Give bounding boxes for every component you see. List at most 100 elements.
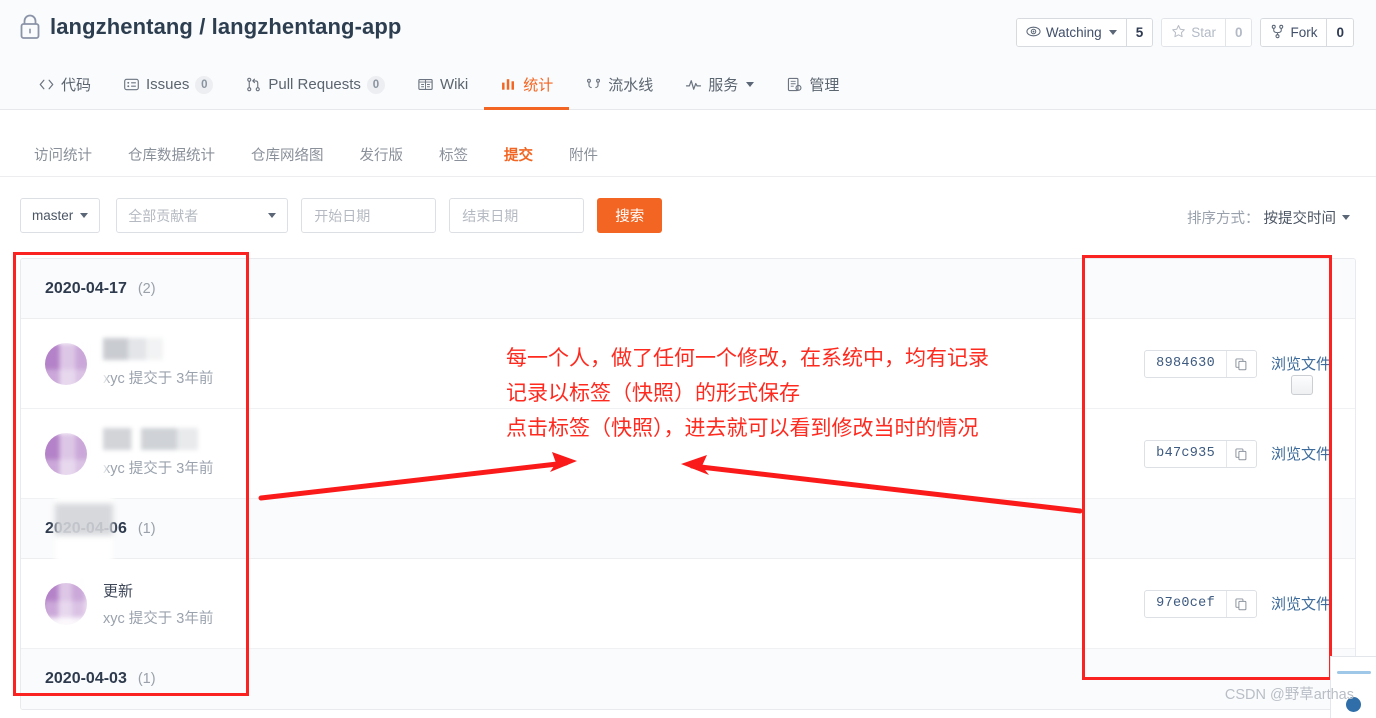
sub-nav-item-attachments[interactable]: 附件 xyxy=(551,144,616,165)
issues-count-badge: 0 xyxy=(195,75,214,94)
browse-files-link[interactable]: 浏览文件 xyxy=(1271,593,1331,614)
page-title[interactable]: langzhentang / langzhentang-app xyxy=(50,14,401,40)
service-icon xyxy=(685,76,702,93)
star-count[interactable]: 0 xyxy=(1224,19,1252,46)
browse-files-link[interactable]: 浏览文件 xyxy=(1271,443,1331,464)
stats-icon xyxy=(500,76,517,93)
star-button-group[interactable]: Star 0 xyxy=(1161,18,1253,47)
pipeline-icon xyxy=(585,76,602,93)
sort-value: 按提交时间 xyxy=(1263,211,1337,227)
avatar xyxy=(41,420,107,495)
watch-button[interactable]: Watching xyxy=(1016,19,1126,46)
avatar xyxy=(41,330,107,405)
lock-icon xyxy=(18,14,42,40)
end-date-input[interactable]: 结束日期 xyxy=(449,198,585,233)
sort-label: 排序方式： xyxy=(1187,211,1260,227)
nav-item-service[interactable]: 服务 xyxy=(669,62,770,110)
repo-title-row: langzhentang / langzhentang-app xyxy=(18,14,401,40)
sub-nav-item-commits[interactable]: 提交 xyxy=(486,144,551,165)
copy-icon[interactable] xyxy=(1225,440,1256,467)
commit-date-count: (1) xyxy=(137,671,156,687)
nav-item-pipeline[interactable]: 流水线 xyxy=(569,62,669,110)
commit-date-header: 2020-04-17 (2) xyxy=(21,259,1355,319)
nav-label-manage: 管理 xyxy=(809,77,840,94)
widget-bar xyxy=(1337,671,1371,674)
sub-nav-item-tags[interactable]: 标签 xyxy=(421,144,486,165)
commit-date: 2020-04-17 xyxy=(45,279,127,297)
chevron-down-icon xyxy=(1342,215,1350,220)
commit-meta: xyc 提交于 3年前 xyxy=(103,460,214,477)
sub-nav-item-network-graph[interactable]: 仓库网络图 xyxy=(233,144,342,165)
sub-nav-item-repo-data[interactable]: 仓库数据统计 xyxy=(110,144,233,165)
fork-icon xyxy=(1270,24,1285,42)
sub-nav: 访问统计 仓库数据统计 仓库网络图 发行版 标签 提交 附件 xyxy=(0,133,1376,177)
commit-row[interactable]: 更新 xyc 提交于 3年前 97e0cef 浏览文件 xyxy=(21,559,1355,649)
primary-nav: 代码 Issues 0 Pull Requests 0 Wiki 统计 流水线 … xyxy=(22,62,855,110)
browse-files-link[interactable]: 浏览文件 xyxy=(1271,353,1331,374)
page-root: langzhentang / langzhentang-app Watching… xyxy=(0,0,1376,718)
filter-controls: master 全部贡献者 开始日期 结束日期 搜索 xyxy=(20,198,663,233)
commit-message[interactable] xyxy=(103,430,198,448)
wiki-icon xyxy=(417,76,434,93)
nav-label-stats: 统计 xyxy=(523,77,554,94)
nav-item-issues[interactable]: Issues 0 xyxy=(107,62,229,110)
branch-selector[interactable]: master xyxy=(20,198,101,233)
sort-control[interactable]: 排序方式： 按提交时间 xyxy=(1187,207,1350,228)
start-date-placeholder: 开始日期 xyxy=(314,207,371,224)
repo-actions: Watching 5 Star 0 Fork 0 xyxy=(1015,18,1354,47)
star-button[interactable]: Star xyxy=(1162,19,1225,46)
pull-request-icon xyxy=(245,76,262,93)
annotation-line-2: 记录以标签（快照）的形式保存 xyxy=(506,382,800,405)
issues-icon xyxy=(123,76,140,93)
end-date-placeholder: 结束日期 xyxy=(462,207,519,224)
nav-item-wiki[interactable]: Wiki xyxy=(401,62,484,110)
nav-label-pull-requests: Pull Requests xyxy=(268,76,361,93)
commit-info: xyc 提交于 3年前 xyxy=(103,340,213,388)
annotation-line-1: 每一个人，做了任何一个修改，在系统中，均有记录 xyxy=(506,347,989,370)
code-icon xyxy=(38,76,55,93)
watch-button-group[interactable]: Watching 5 xyxy=(1015,18,1154,47)
search-button[interactable]: 搜索 xyxy=(597,198,663,233)
watermark: CSDN @野草arthas xyxy=(1224,687,1354,703)
commit-sha[interactable]: b47c935 xyxy=(1145,446,1226,461)
commit-sha-pill[interactable]: 97e0cef xyxy=(1144,589,1257,618)
commit-meta: xyc 提交于 3年前 xyxy=(103,610,214,627)
commit-sha[interactable]: 97e0cef xyxy=(1145,596,1226,611)
commit-message[interactable] xyxy=(103,340,163,358)
row-checkbox[interactable] xyxy=(1291,375,1313,395)
commit-sha-pill[interactable]: 8984630 xyxy=(1144,349,1257,378)
commit-info: 更新 xyc 提交于 3年前 xyxy=(103,580,213,628)
start-date-input[interactable]: 开始日期 xyxy=(301,198,437,233)
commit-list: 2020-04-17 (2) xyc 提交于 3年前 8984630 浏览文件 xyxy=(20,258,1356,710)
chevron-down-icon xyxy=(80,213,89,218)
repo-header: langzhentang / langzhentang-app Watching… xyxy=(0,0,1376,110)
nav-label-issues: Issues xyxy=(146,76,190,93)
star-icon xyxy=(1171,24,1186,42)
commit-sha-pill[interactable]: b47c935 xyxy=(1144,439,1257,468)
eye-icon xyxy=(1026,24,1041,42)
commit-date-count: (1) xyxy=(137,520,156,537)
nav-label-service: 服务 xyxy=(708,77,739,94)
nav-item-pull-requests[interactable]: Pull Requests 0 xyxy=(229,62,401,110)
contributor-placeholder: 全部贡献者 xyxy=(128,207,199,224)
nav-label-code: 代码 xyxy=(61,77,92,94)
fork-count[interactable]: 0 xyxy=(1326,19,1353,46)
contributor-select[interactable]: 全部贡献者 xyxy=(116,198,289,233)
watch-count[interactable]: 5 xyxy=(1125,19,1153,46)
nav-item-manage[interactable]: 管理 xyxy=(770,62,855,110)
date-redaction-blur xyxy=(55,489,113,569)
nav-item-stats[interactable]: 统计 xyxy=(484,62,570,110)
commit-message[interactable]: 更新 xyxy=(103,580,213,600)
commit-date-header: 2020-04-06 (1) xyxy=(21,489,1355,569)
nav-item-code[interactable]: 代码 xyxy=(22,62,107,110)
sub-nav-item-releases[interactable]: 发行版 xyxy=(342,144,422,165)
commit-date-count: (2) xyxy=(137,280,156,297)
fork-button-group[interactable]: Fork 0 xyxy=(1260,18,1354,47)
fork-button[interactable]: Fork xyxy=(1261,19,1327,46)
filter-bar: master 全部贡献者 开始日期 结束日期 搜索 排序方式： 按提交时间 xyxy=(0,177,1376,253)
sub-nav-item-visits[interactable]: 访问统计 xyxy=(16,144,110,165)
pull-requests-count-badge: 0 xyxy=(366,75,385,94)
copy-icon[interactable] xyxy=(1225,590,1256,617)
commit-sha[interactable]: 8984630 xyxy=(1145,356,1226,371)
copy-icon[interactable] xyxy=(1225,350,1256,377)
